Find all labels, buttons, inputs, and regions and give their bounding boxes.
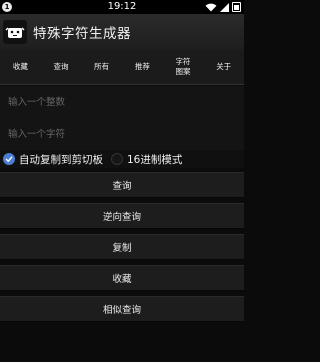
auto-copy-label: 自动复制到剪切板: [19, 153, 103, 166]
options-row: 自动复制到剪切板 16进制模式: [0, 150, 244, 168]
tab-recommended[interactable]: 推荐: [122, 50, 163, 84]
number-field: [0, 86, 244, 119]
number-input[interactable]: [6, 95, 244, 109]
tab-all[interactable]: 所有: [81, 50, 122, 84]
tab-char-patterns[interactable]: 字符 图案: [163, 50, 204, 84]
reverse-query-button[interactable]: 逆向查询: [0, 203, 244, 229]
favorite-button[interactable]: 收藏: [0, 265, 244, 291]
tab-favorites[interactable]: 收藏: [0, 50, 41, 84]
tab-bar: 收藏 查询 所有 推荐 字符 图案 关于: [0, 50, 244, 85]
status-icons: [205, 2, 241, 12]
status-bar: 1 19:12: [0, 0, 244, 14]
query-button[interactable]: 查询: [0, 172, 244, 198]
copy-button[interactable]: 复制: [0, 234, 244, 260]
hex-mode-label: 16进制模式: [127, 153, 183, 166]
battery-icon: [232, 2, 241, 12]
auto-copy-option[interactable]: 自动复制到剪切板: [0, 152, 103, 167]
tab-about[interactable]: 关于: [203, 50, 244, 84]
checkbox-checked-icon[interactable]: [3, 153, 15, 165]
checkbox-unchecked-icon[interactable]: [111, 153, 123, 165]
app-title: 特殊字符生成器: [33, 26, 131, 42]
similar-query-button[interactable]: 相似查询: [0, 296, 244, 322]
char-input[interactable]: [6, 127, 244, 141]
tab-query[interactable]: 查询: [41, 50, 82, 84]
wifi-icon: [205, 3, 217, 11]
hex-mode-option[interactable]: 16进制模式: [103, 152, 182, 167]
app-bar: 特殊字符生成器: [0, 14, 244, 50]
signal-icon: [220, 2, 229, 12]
char-field: [0, 118, 244, 151]
app-logo-icon: [3, 20, 27, 44]
